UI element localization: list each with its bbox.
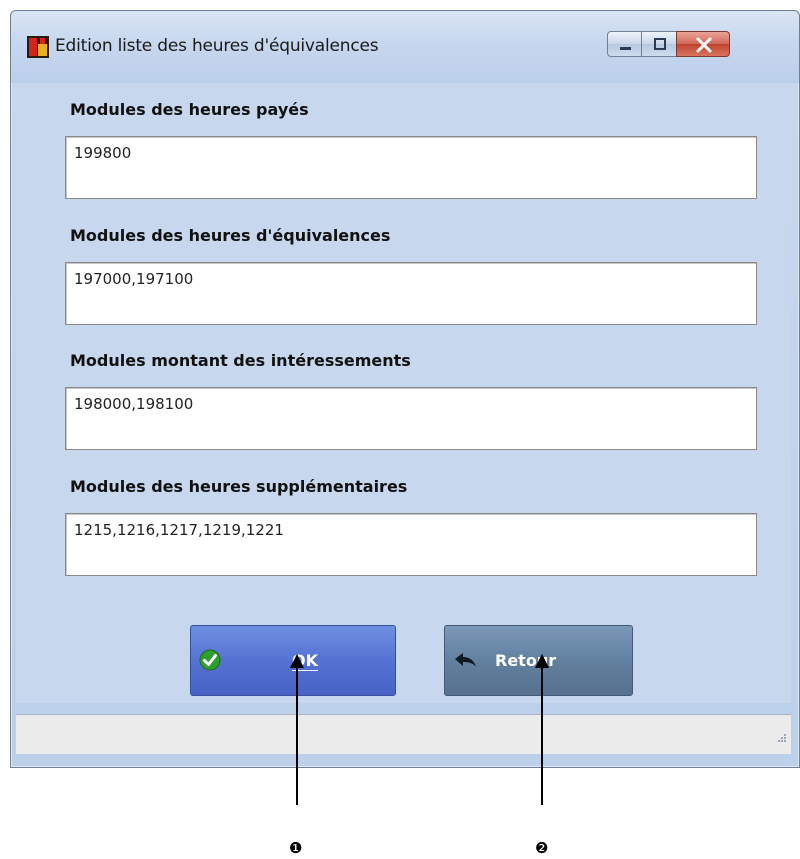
annotation-arrows	[290, 654, 549, 805]
marker-1: ❶	[289, 839, 303, 857]
marker-2: ❷	[535, 839, 549, 857]
arrow-2	[535, 654, 549, 805]
arrow-1	[290, 654, 304, 805]
